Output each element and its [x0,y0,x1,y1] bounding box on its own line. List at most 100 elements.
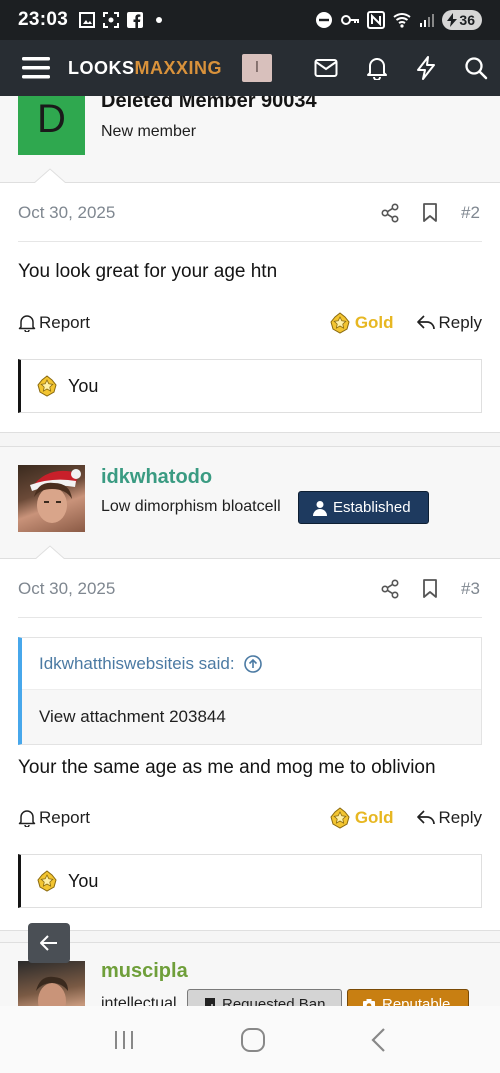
report-label: Report [39,313,91,332]
post-3-gold-button[interactable]: Gold [329,807,394,829]
avatar-letter: D [37,97,66,141]
recents-icon[interactable] [112,1029,136,1051]
logo-part-looks: LOOKS [68,57,135,78]
wifi-icon [393,13,412,28]
gold-star-icon [330,807,350,829]
battery-indicator: 36 [442,10,482,30]
post-3-date[interactable]: Oct 30, 2025 [18,579,115,599]
reaction-users: You [68,870,99,891]
post-3-user-title: Low dimorphism bloatcell [101,498,281,515]
post-4-username[interactable]: muscipla [101,960,188,983]
signal-icon [420,14,435,27]
post-2-pointer [33,168,67,184]
battery-level: 36 [459,12,475,28]
post-3-report-button[interactable]: Report [18,808,90,828]
post-3: Oct 30, 2025 #3 Idkwhatthiswebsiteis sai… [0,559,500,931]
post-2-user-header: D Deleted Member 90034 New member [0,96,500,184]
site-header: LOOKSMAXXING I [0,40,500,96]
post-2-reply-button[interactable]: Reply [416,313,482,333]
post-2-user-title: New member [101,123,197,140]
status-bar: 23:03 36 [0,0,500,40]
badge-label: Established [333,499,411,516]
user-icon [313,500,327,516]
share-icon[interactable] [380,203,400,223]
share-icon[interactable] [380,579,400,599]
post-3-reactions[interactable]: You [18,854,482,908]
post-4-user-header: muscipla intellectual Requested Ban Repu… [0,942,500,1006]
header-actions [314,56,490,80]
gold-label: Gold [354,808,394,827]
quote-body[interactable]: View attachment 203844 [22,690,481,744]
reply-icon [416,810,435,825]
key-icon [341,15,360,25]
post-3-established-badge: Established [298,491,429,524]
report-label: Report [39,808,91,827]
status-system-icons: 36 [315,10,482,30]
gold-star-icon [37,870,57,892]
door-icon [205,998,215,1006]
back-nav-icon[interactable] [370,1027,388,1053]
bell-icon [18,315,36,332]
arrow-up-circle-icon[interactable] [243,654,263,674]
user-avatar-button[interactable]: I [242,54,273,82]
post-4-avatar[interactable] [18,961,85,1006]
post-3-avatar[interactable] [18,465,85,532]
post-2-gold-button[interactable]: Gold [329,312,394,334]
system-navigation-bar [0,1006,500,1073]
reaction-users: You [68,375,99,396]
post-2-divider [18,241,482,242]
post-2-avatar[interactable]: D [18,96,85,155]
nfc-icon [367,11,386,29]
post-2: Oct 30, 2025 #2 You look great for your … [0,183,500,433]
site-logo[interactable]: LOOKSMAXXING [68,58,222,79]
badge-label: Requested Ban [222,995,326,1007]
post-3-divider [18,617,482,618]
post-4-requested-ban-badge: Requested Ban [187,989,342,1006]
face-icon [34,482,72,523]
quote-text: View attachment 203844 [39,707,226,726]
post-4-reputable-badge: Reputable [347,989,469,1006]
charging-icon [447,13,458,27]
bell-icon [18,810,36,827]
bookmark-icon[interactable] [422,579,438,599]
post-2-date[interactable]: Oct 30, 2025 [18,203,115,223]
bell-icon[interactable] [366,56,388,80]
gold-star-icon [330,312,350,334]
logo-part-maxxing: MAXXING [134,57,223,78]
dnd-icon [316,12,333,28]
post-3-user-header: idkwhatodo Low dimorphism bloatcell Esta… [0,446,500,561]
dot-icon [156,17,163,23]
inbox-icon[interactable] [314,58,338,78]
screen: 23:03 36 LOOKSMAXXING I D Deleted Member… [0,0,500,1073]
camera-icon [363,998,375,1006]
thread-posts: D Deleted Member 90034 New member Oct 30… [0,96,500,1006]
arrow-left-icon [40,935,57,951]
post-3-username[interactable]: idkwhatodo [101,466,212,489]
post-3-quote: Idkwhatthiswebsiteis said: View attachme… [18,637,482,745]
bookmark-icon[interactable] [422,203,438,223]
post-3-actions: Report Gold Reply [18,807,482,829]
reply-icon [416,315,435,330]
post-3-reply-button[interactable]: Reply [416,808,482,828]
post-2-actions: Report Gold Reply [18,312,482,334]
status-time: 23:03 [18,9,69,30]
post-2-reactions[interactable]: You [18,359,482,413]
screenshot-icon [103,12,120,28]
post-3-number[interactable]: #3 [461,579,480,599]
post-2-number[interactable]: #2 [461,203,480,223]
post-2-message: You look great for your age htn [18,261,278,282]
reply-label: Reply [438,313,482,332]
post-2-username[interactable]: Deleted Member 90034 [101,96,317,113]
post-2-report-button[interactable]: Report [18,313,90,333]
gold-star-icon [37,375,57,397]
quote-header[interactable]: Idkwhatthiswebsiteis said: [22,638,481,690]
bolt-icon[interactable] [416,56,436,80]
back-button[interactable] [28,923,70,963]
search-icon[interactable] [464,56,488,80]
face-icon [36,976,68,1006]
menu-icon[interactable] [22,55,52,81]
quote-author: Idkwhatthiswebsiteis said: [39,653,235,673]
status-notification-icons [78,11,163,29]
home-icon[interactable] [240,1027,266,1053]
facebook-icon [127,12,144,28]
